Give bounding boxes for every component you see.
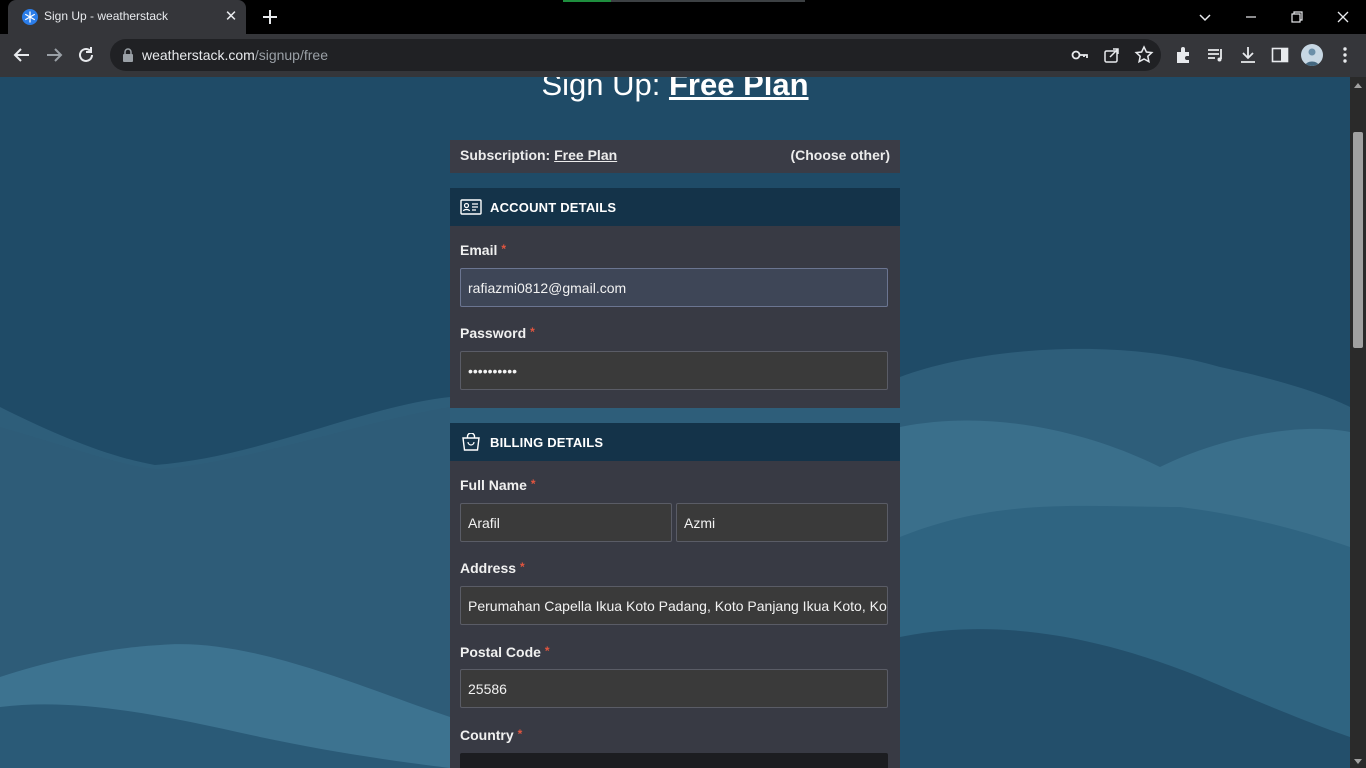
billing-details-title: BILLING DETAILS — [490, 435, 604, 450]
scroll-thumb[interactable] — [1353, 132, 1363, 348]
postal-code-label: Postal Code * — [460, 644, 550, 660]
key-icon[interactable] — [1069, 44, 1091, 66]
reload-icon[interactable] — [75, 44, 97, 66]
new-tab-icon[interactable] — [259, 6, 281, 28]
choose-other-link[interactable]: (Choose other) — [790, 147, 890, 163]
tab-close-icon[interactable]: ✕ — [222, 8, 240, 26]
password-field[interactable]: •••••••••• — [460, 351, 888, 390]
country-select[interactable] — [460, 753, 888, 768]
postal-code-field[interactable]: 25586 — [460, 669, 888, 708]
last-name-field[interactable]: Azmi — [676, 503, 888, 542]
download-icon[interactable] — [1237, 44, 1259, 66]
password-label: Password * — [460, 325, 535, 341]
restore-icon[interactable] — [1286, 6, 1308, 28]
tab-search-chevron-icon[interactable] — [1194, 6, 1216, 28]
account-details-panel: ACCOUNT DETAILS Email * rafiazmi0812@gmai… — [450, 188, 900, 408]
email-field[interactable]: rafiazmi0812@gmail.com — [460, 268, 888, 307]
url-text[interactable]: weatherstack.com/signup/free — [142, 47, 328, 63]
browser-tab[interactable]: Sign Up - weatherstack ✕ — [8, 0, 246, 34]
loading-indicator — [563, 0, 611, 2]
profile-avatar[interactable] — [1301, 44, 1323, 66]
snowflake-favicon-icon — [22, 9, 38, 25]
extensions-puzzle-icon[interactable] — [1173, 44, 1195, 66]
address-label: Address * — [460, 560, 525, 576]
subscription-bar: Subscription: Free Plan (Choose other) — [450, 140, 900, 173]
scroll-up-arrow-icon[interactable] — [1354, 83, 1362, 88]
account-details-header: ACCOUNT DETAILS — [450, 188, 900, 226]
subscription-label: Subscription: — [460, 147, 551, 163]
account-details-title: ACCOUNT DETAILS — [490, 200, 617, 215]
media-queue-icon[interactable] — [1205, 44, 1227, 66]
tab-title: Sign Up - weatherstack — [44, 9, 169, 23]
minimize-icon[interactable] — [1240, 6, 1262, 28]
share-icon[interactable] — [1101, 44, 1123, 66]
lock-icon[interactable] — [122, 48, 134, 62]
close-window-icon[interactable] — [1332, 6, 1354, 28]
country-label: Country * — [460, 727, 523, 743]
back-arrow-icon[interactable] — [11, 44, 33, 66]
browser-toolbar: weatherstack.com/signup/free — [0, 34, 1366, 77]
page-viewport: Sign Up: Free Plan Subscription: Free Pl… — [0, 77, 1350, 768]
bookmark-star-icon[interactable] — [1133, 44, 1155, 66]
side-panel-icon[interactable] — [1269, 44, 1291, 66]
page-title: Sign Up: Free Plan — [0, 77, 1350, 103]
shopping-bag-icon — [462, 433, 480, 451]
loading-track — [611, 0, 805, 2]
scroll-down-arrow-icon[interactable] — [1354, 759, 1362, 764]
address-bar[interactable]: weatherstack.com/signup/free — [110, 39, 1161, 71]
tab-strip: Sign Up - weatherstack ✕ — [0, 0, 1366, 34]
more-menu-icon[interactable] — [1334, 44, 1356, 66]
free-plan-heading-link[interactable]: Free Plan — [669, 77, 809, 102]
first-name-field[interactable]: Arafil — [460, 503, 672, 542]
address-field[interactable]: Perumahan Capella Ikua Koto Padang, Koto… — [460, 586, 888, 625]
subscription-plan-link[interactable]: Free Plan — [554, 147, 617, 163]
forward-arrow-icon[interactable] — [43, 44, 65, 66]
id-card-icon — [460, 199, 482, 215]
full-name-label: Full Name * — [460, 477, 536, 493]
billing-details-header: BILLING DETAILS — [450, 423, 900, 461]
billing-details-panel: BILLING DETAILS Full Name * Arafil Azmi A… — [450, 423, 900, 768]
page-scrollbar[interactable] — [1350, 77, 1366, 768]
email-label: Email * — [460, 242, 507, 258]
